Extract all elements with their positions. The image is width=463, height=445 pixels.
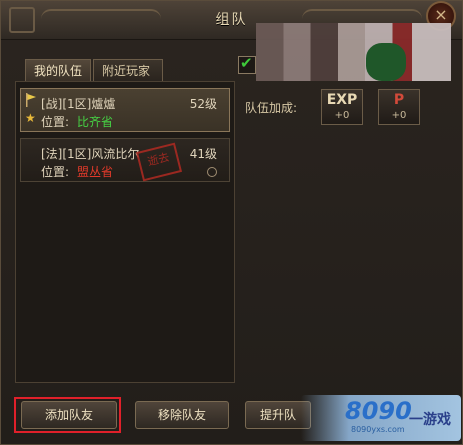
member-row[interactable]: [战][1区]爐爐 52级 ★ 位置: 比齐省 bbox=[20, 88, 230, 132]
p-bonus-box: P +0 bbox=[378, 89, 420, 125]
member-location: 盟丛省 bbox=[77, 165, 114, 179]
bonus-name: P bbox=[393, 92, 405, 108]
member-row[interactable]: [法][1区]风流比尔 41级 逝去 位置: 盟丛省 bbox=[20, 138, 230, 182]
member-list: [战][1区]爐爐 52级 ★ 位置: 比齐省 [法][1区]风流比尔 41级 … bbox=[15, 81, 235, 383]
watermark-number: 8090 bbox=[345, 397, 412, 425]
watermark-text: 一游戏 bbox=[409, 412, 451, 428]
member-name: [法][1区]风流比尔 bbox=[41, 147, 140, 161]
member-level: 52级 bbox=[189, 97, 217, 111]
star-icon: ★ bbox=[25, 111, 36, 125]
tab-my-team[interactable]: 我的队伍 bbox=[25, 59, 91, 81]
stamp-seal: 逝去 bbox=[135, 142, 183, 182]
location-label: 位置: bbox=[41, 115, 70, 129]
bonus-value: +0 bbox=[334, 110, 350, 121]
watermark: 8090 8090yxs.com 一游戏 bbox=[301, 395, 461, 441]
team-bonus-label: 队伍加成: bbox=[245, 101, 298, 115]
location-label: 位置: bbox=[41, 165, 70, 179]
team-window: 组队 × 我的队伍 附近玩家 [战][1区]爐爐 52级 ★ 位置: 比齐省 [… bbox=[0, 0, 463, 445]
auto-accept-checkbox[interactable] bbox=[238, 54, 256, 74]
bonus-value: +0 bbox=[391, 110, 407, 121]
highlight-frame bbox=[14, 397, 121, 433]
leader-flag-icon bbox=[26, 93, 36, 107]
remove-teammate-button[interactable]: 移除队友 bbox=[135, 401, 229, 429]
member-name: [战][1区]爐爐 bbox=[41, 97, 116, 111]
tab-nearby-players[interactable]: 附近玩家 bbox=[93, 59, 163, 81]
bonus-name: EXP bbox=[326, 92, 358, 108]
member-location: 比齐省 bbox=[77, 115, 114, 129]
member-level: 41级 bbox=[189, 147, 217, 161]
watermark-site: 8090yxs.com bbox=[351, 425, 405, 434]
exp-bonus-box: EXP +0 bbox=[321, 89, 363, 125]
pixelated-region bbox=[256, 23, 451, 81]
status-icon bbox=[207, 167, 217, 177]
